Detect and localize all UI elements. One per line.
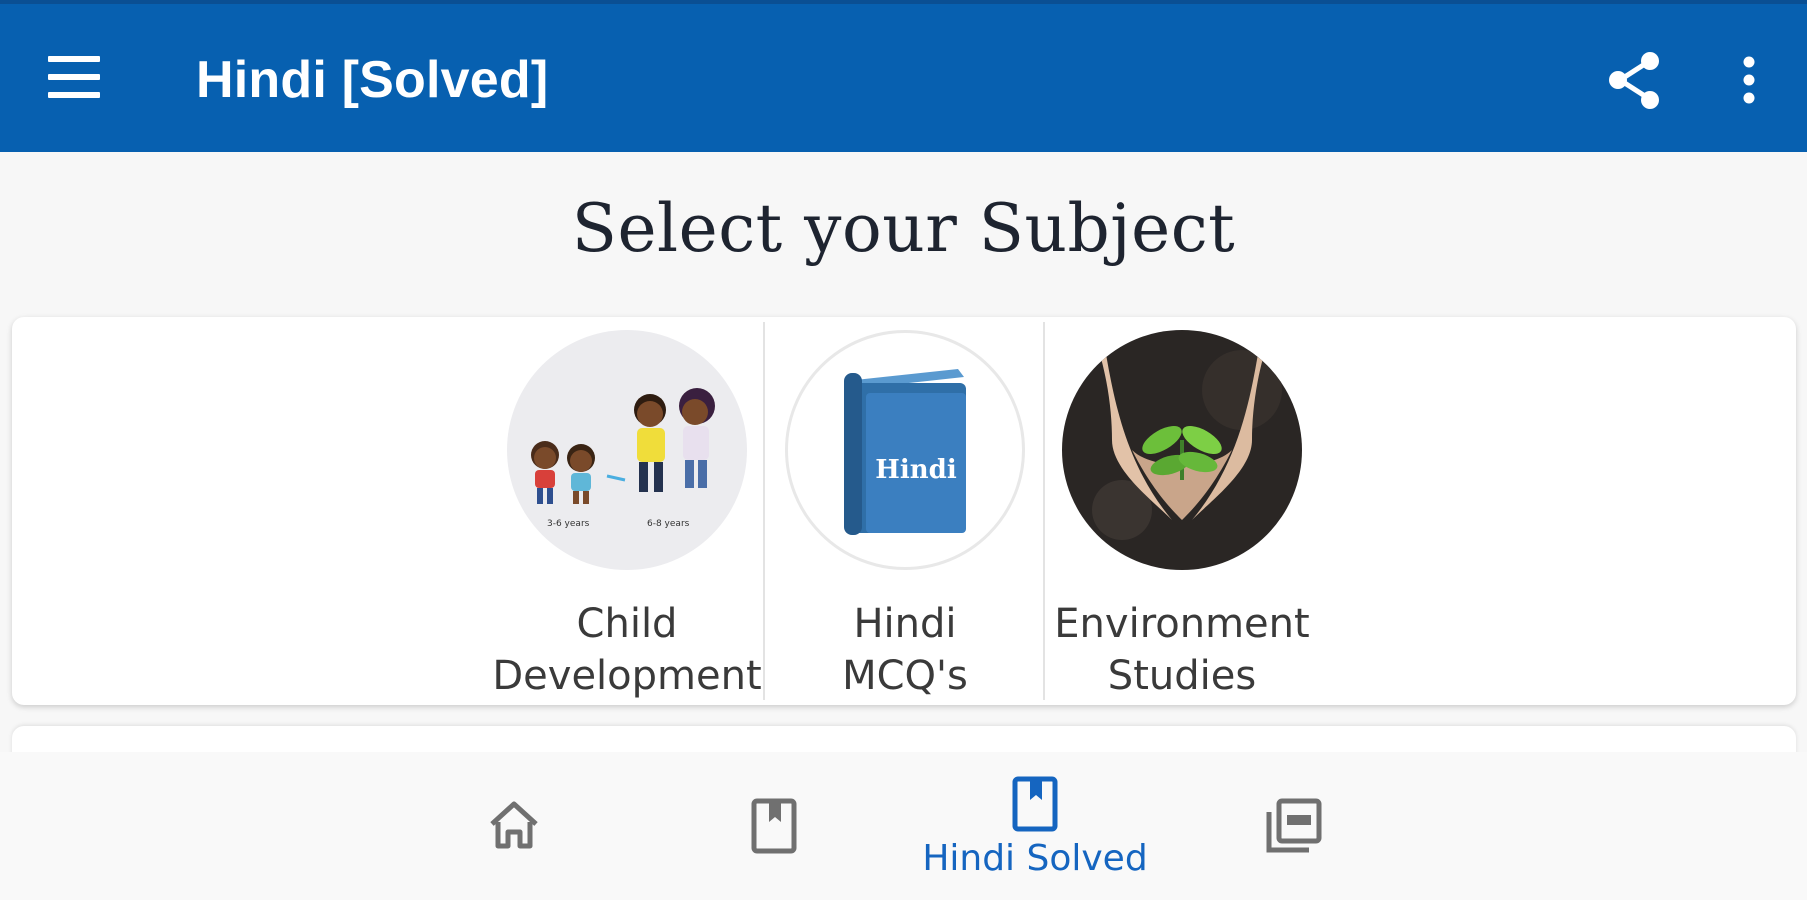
more-vert-icon[interactable] (1728, 50, 1770, 112)
nav-hindi-solved[interactable]: Hindi Solved (920, 776, 1150, 886)
subject-label-line1: Hindi (853, 601, 957, 647)
nav-label: Hindi Solved (922, 838, 1148, 879)
bookmark-book-icon (1012, 776, 1058, 832)
nav-bookmark[interactable] (750, 798, 798, 856)
age-caption-left: 3-6 years (547, 519, 590, 529)
subject-hindi-mcqs[interactable]: Hindi Hindi MCQ's (765, 330, 1045, 702)
page-heading: Select your Subject (571, 190, 1236, 267)
nav-home[interactable] (482, 800, 546, 856)
pdf-stack-icon (1266, 798, 1322, 853)
subject-label-line2: MCQ's (842, 653, 968, 699)
children-illustration: 3-6 years 6-8 years (507, 330, 747, 570)
age-caption-right: 6-8 years (647, 519, 690, 529)
app-title: Hindi [Solved] (196, 51, 549, 109)
subject-label-line2: Studies (1107, 653, 1257, 699)
book-title-text: Hindi (875, 455, 957, 485)
nav-pdf[interactable] (1264, 798, 1324, 858)
subject-label-line1: Environment (1054, 601, 1310, 647)
subject-label: Environment Studies (1042, 598, 1322, 702)
app-bar: Hindi [Solved] (0, 0, 1807, 152)
subject-child-development[interactable]: 3-6 years 6-8 years Child Development (487, 330, 767, 702)
home-icon (490, 801, 538, 849)
subject-label: Hindi MCQ's (765, 598, 1045, 702)
subject-label: Child Development (487, 598, 767, 702)
hamburger-menu-icon[interactable] (44, 54, 106, 100)
book-icon: Hindi (785, 330, 1025, 570)
subject-label-line2: Development (492, 653, 762, 699)
subject-label-line1: Child (576, 601, 678, 647)
plant-in-hands-photo (1062, 330, 1302, 570)
share-icon[interactable] (1604, 50, 1666, 112)
bottom-navigation: Hindi Solved (0, 752, 1807, 900)
bookmark-book-icon (751, 798, 797, 854)
subject-environment-studies[interactable]: Environment Studies (1042, 330, 1322, 702)
